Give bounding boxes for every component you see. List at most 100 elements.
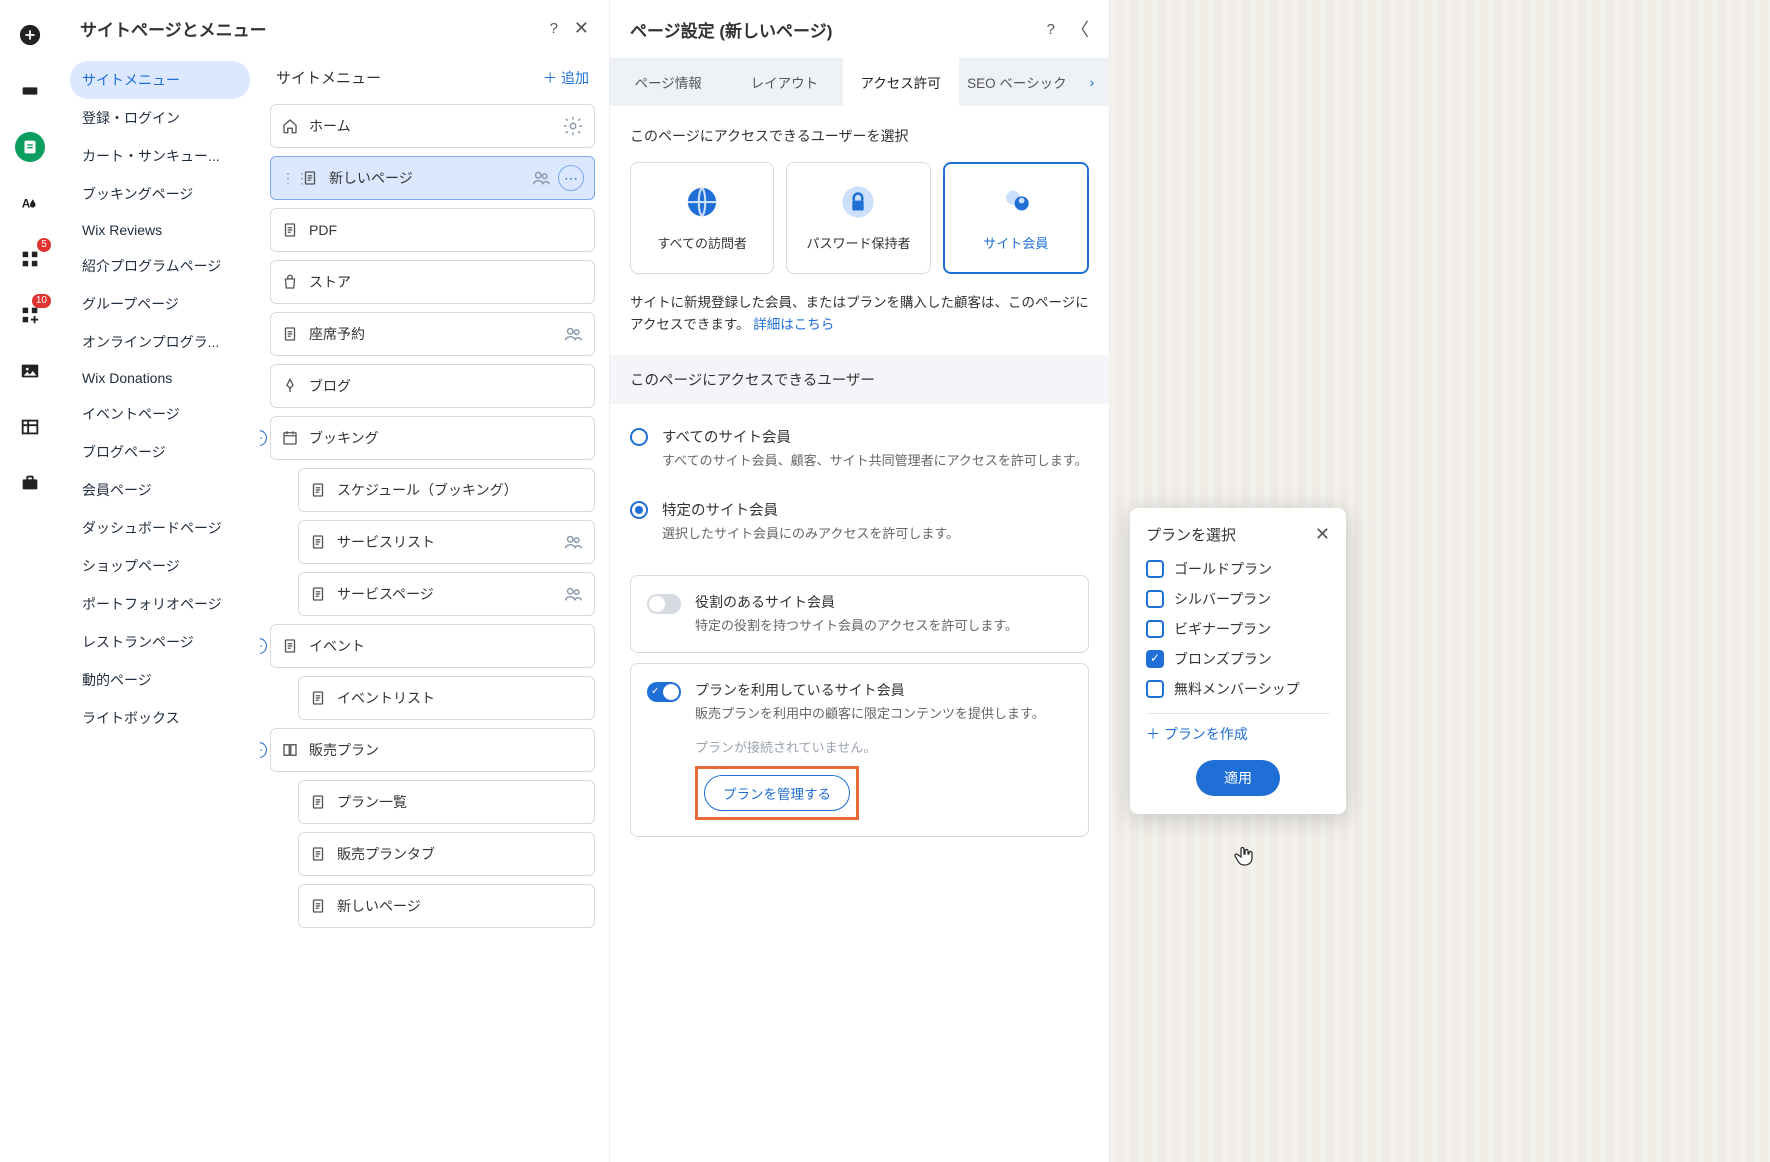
page-icon <box>281 325 299 343</box>
plan-option[interactable]: 無料メンバーシップ <box>1146 679 1330 699</box>
drag-handle-icon[interactable]: ⋮⋮ <box>281 170 291 187</box>
tree-row[interactable]: ホーム <box>270 104 595 148</box>
menu-item[interactable]: ブログページ <box>70 433 250 471</box>
page-icon <box>309 533 327 551</box>
menu-item[interactable]: グループページ <box>70 285 250 323</box>
svg-text:A: A <box>22 197 31 211</box>
section-icon[interactable] <box>15 76 45 106</box>
menu-item[interactable]: Wix Donations <box>70 361 250 395</box>
collapse-toggle-icon[interactable]: − <box>260 742 267 758</box>
members-icon[interactable] <box>562 531 584 553</box>
tab[interactable]: レイアウト <box>726 58 842 106</box>
members-icon[interactable] <box>530 167 552 189</box>
menu-item[interactable]: レストランページ <box>70 623 250 661</box>
collapse-toggle-icon[interactable]: − <box>260 430 267 446</box>
tree-row[interactable]: −販売プラン <box>270 728 595 772</box>
create-plan-link[interactable]: ＋ プランを作成 <box>1146 724 1248 744</box>
access-card-label: すべての訪問者 <box>657 233 747 252</box>
tree-row[interactable]: イベントリスト <box>298 676 595 720</box>
pen-icon <box>281 377 299 395</box>
page-icon <box>281 221 299 239</box>
tree-row[interactable]: ストア <box>270 260 595 304</box>
more-icon[interactable]: ⋯ <box>558 165 584 191</box>
menu-item[interactable]: 動的ページ <box>70 661 250 699</box>
collapse-icon[interactable]: 〈 <box>1071 16 1089 42</box>
toggle-desc: 販売プランを利用中の顧客に限定コンテンツを提供します。 <box>695 704 1072 724</box>
plan-option[interactable]: シルバープラン <box>1146 589 1330 609</box>
apps-icon[interactable]: 5 <box>15 244 45 274</box>
theme-icon[interactable]: A <box>15 188 45 218</box>
tree-row[interactable]: 販売プランタブ <box>298 832 595 876</box>
members-icon[interactable] <box>562 323 584 345</box>
tree-row[interactable]: PDF <box>270 208 595 252</box>
tree-row[interactable]: 座席予約 <box>270 312 595 356</box>
tree-row[interactable]: サービスリスト <box>298 520 595 564</box>
tab[interactable]: ページ情報 <box>610 58 726 106</box>
menu-item[interactable]: ポートフォリオページ <box>70 585 250 623</box>
tree-row[interactable]: ⋮⋮新しいページ⋯ <box>270 156 595 200</box>
plan-option[interactable]: ビギナープラン <box>1146 619 1330 639</box>
page-icon <box>309 585 327 603</box>
radio-option[interactable]: 特定のサイト会員選択したサイト会員にのみアクセスを許可します。 <box>630 485 1089 558</box>
toggle-block: プランを利用しているサイト会員販売プランを利用中の顧客に限定コンテンツを提供しま… <box>630 663 1089 838</box>
page-settings-title: ページ設定 (新しいページ) <box>630 17 832 42</box>
close-icon[interactable]: ✕ <box>574 18 589 39</box>
menu-item[interactable]: ブッキングページ <box>70 175 250 213</box>
tab[interactable]: SEO ベーシック <box>959 58 1075 106</box>
apps-badge: 5 <box>37 238 51 252</box>
settings-icon[interactable] <box>562 115 584 137</box>
toggle-switch[interactable] <box>647 594 681 614</box>
radio-desc: すべてのサイト会員、顧客、サイト共同管理者にアクセスを許可します。 <box>662 451 1089 471</box>
menu-item[interactable]: カート・サンキュー... <box>70 137 250 175</box>
menu-item[interactable]: 登録・ログイン <box>70 99 250 137</box>
help-icon[interactable]: ? <box>550 20 558 37</box>
access-card[interactable]: パスワード保持者 <box>786 162 930 274</box>
add-page-link[interactable]: ＋ 追加 <box>543 68 589 88</box>
tree-row[interactable]: ブログ <box>270 364 595 408</box>
menu-item[interactable]: サイトメニュー <box>70 61 250 99</box>
collapse-toggle-icon[interactable]: − <box>260 638 267 654</box>
checkbox-icon <box>1146 590 1164 608</box>
cms-icon[interactable] <box>15 412 45 442</box>
plan-option[interactable]: ブロンズプラン <box>1146 649 1330 669</box>
toggle-switch[interactable] <box>647 682 681 702</box>
menu-item[interactable]: ダッシュボードページ <box>70 509 250 547</box>
tree-row[interactable]: サービスページ <box>298 572 595 616</box>
tree-row[interactable]: スケジュール（ブッキング） <box>298 468 595 512</box>
radio-option[interactable]: すべてのサイト会員すべてのサイト会員、顧客、サイト共同管理者にアクセスを許可しま… <box>630 412 1089 485</box>
menu-item[interactable]: ショップページ <box>70 547 250 585</box>
radio-icon <box>630 501 648 519</box>
manage-plans-button[interactable]: プランを管理する <box>704 775 850 811</box>
members-icon[interactable] <box>562 583 584 605</box>
appmarket-icon[interactable]: 10 <box>15 300 45 330</box>
menu-item[interactable]: オンラインプログラ... <box>70 323 250 361</box>
media-icon[interactable] <box>15 356 45 386</box>
pages-icon[interactable] <box>15 132 45 162</box>
plan-option[interactable]: ゴールドプラン <box>1146 559 1330 579</box>
tree-row[interactable]: 新しいページ <box>298 884 595 928</box>
chevron-right-icon[interactable]: › <box>1075 58 1109 106</box>
tree-row-label: ブッキング <box>309 428 584 448</box>
tree-row[interactable]: −ブッキング <box>270 416 595 460</box>
home-icon <box>281 117 299 135</box>
learn-more-link[interactable]: 詳細はこちら <box>753 317 834 332</box>
menu-item[interactable]: イベントページ <box>70 395 250 433</box>
menu-item[interactable]: 会員ページ <box>70 471 250 509</box>
business-icon[interactable] <box>15 468 45 498</box>
page-settings-panel: ページ設定 (新しいページ) ? 〈 ページ情報レイアウトアクセス許可SEO ベ… <box>610 0 1110 1162</box>
plan-warning-text: プランが接続されていません。 <box>695 737 1072 756</box>
access-card[interactable]: サイト会員 <box>943 162 1089 274</box>
tree-row[interactable]: プラン一覧 <box>298 780 595 824</box>
access-card[interactable]: すべての訪問者 <box>630 162 774 274</box>
apply-button[interactable]: 適用 <box>1196 760 1280 796</box>
access-card-label: サイト会員 <box>983 233 1048 252</box>
help-icon[interactable]: ? <box>1047 21 1055 38</box>
tree-row[interactable]: −イベント <box>270 624 595 668</box>
tab[interactable]: アクセス許可 <box>843 58 959 106</box>
close-icon[interactable]: ✕ <box>1315 524 1330 545</box>
tree-row-label: イベントリスト <box>337 688 584 708</box>
menu-item[interactable]: ライトボックス <box>70 699 250 737</box>
add-icon[interactable] <box>15 20 45 50</box>
menu-item[interactable]: Wix Reviews <box>70 213 250 247</box>
menu-item[interactable]: 紹介プログラムページ <box>70 247 250 285</box>
